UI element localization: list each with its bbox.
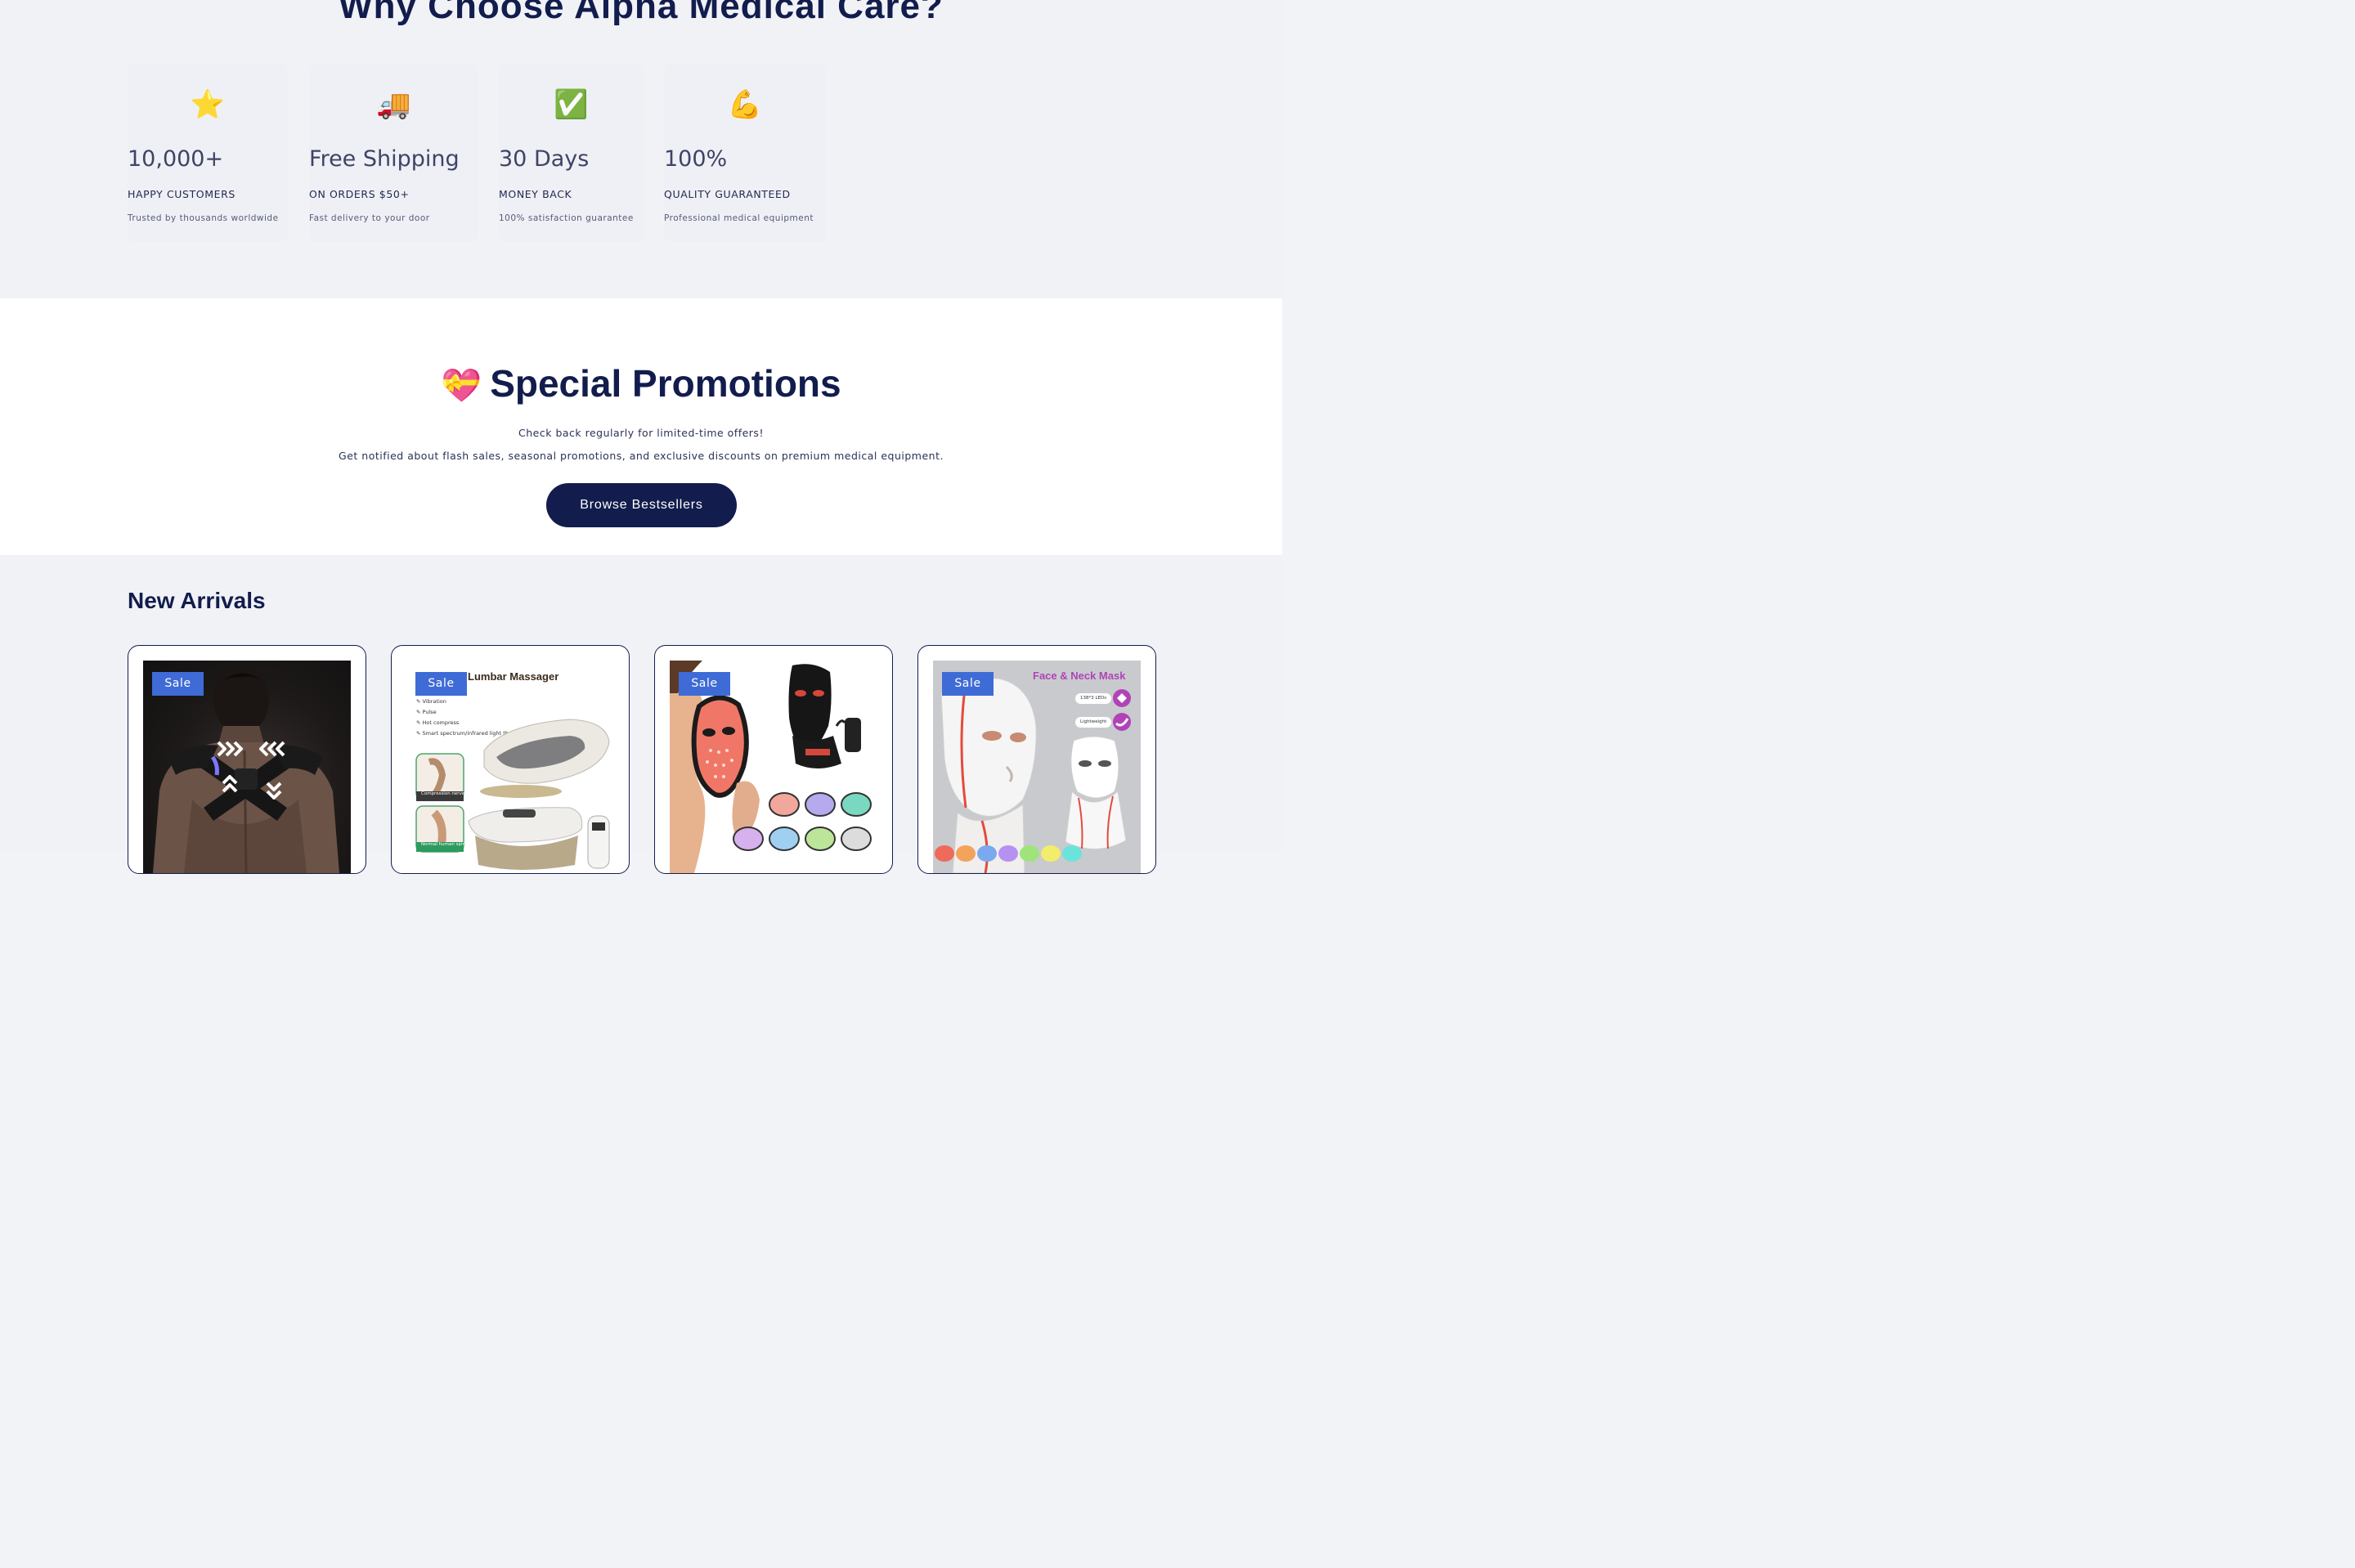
sale-badge: Sale [152, 672, 204, 696]
stat-label: QUALITY GUARANTEED [664, 188, 791, 200]
promotions-description: Get notified about flash sales, seasonal… [339, 450, 944, 462]
new-arrivals-section: New Arrivals Sale Lumbar Massager ✎ Vibr… [0, 555, 1282, 874]
stat-description: Professional medical equipment [664, 213, 814, 223]
product-card[interactable]: Sale [654, 645, 893, 874]
thumbnail-caption: Compression nerve [421, 791, 465, 796]
product-card[interactable]: Sale [128, 645, 366, 874]
gift-heart-icon: 💝 [441, 367, 482, 405]
stat-description: Trusted by thousands worldwide [128, 213, 279, 223]
stat-value: 100% [664, 146, 728, 172]
flexed-biceps-icon: 💪 [727, 88, 763, 121]
star-icon: ⭐ [190, 88, 226, 121]
feature-tag: Lightweight [1075, 717, 1112, 728]
promotions-title-text: Special Promotions [490, 362, 841, 405]
stat-label: ON ORDERS $50+ [309, 188, 410, 200]
product-card[interactable]: Face & Neck Mask 138*3 LEDs Lightweight … [917, 645, 1156, 874]
why-choose-section: Why Choose Alpha Medical Care? ⭐ 10,000+… [0, 0, 1282, 298]
stat-label: HAPPY CUSTOMERS [128, 188, 236, 200]
sale-badge: Sale [415, 672, 467, 696]
new-arrivals-title: New Arrivals [128, 588, 266, 613]
check-mark-icon: ✅ [554, 88, 589, 121]
stat-value: 10,000+ [128, 146, 224, 172]
delivery-truck-icon: 🚚 [376, 88, 411, 121]
stat-description: Fast delivery to your door [309, 213, 430, 223]
promotions-title: 💝 Special Promotions [0, 361, 1282, 409]
stat-label: MONEY BACK [499, 188, 572, 200]
stat-value: 30 Days [499, 146, 590, 172]
thumbnail-caption: Normal human spine [421, 842, 469, 847]
product-card[interactable]: Lumbar Massager ✎ Vibration ✎ Pulse ✎ Ho… [391, 645, 630, 874]
stat-description: 100% satisfaction guarantee [499, 213, 634, 223]
stat-value: Free Shipping [309, 146, 460, 172]
sale-badge: Sale [942, 672, 994, 696]
feature-tag: 138*3 LEDs [1075, 693, 1112, 704]
browse-bestsellers-button[interactable]: Browse Bestsellers [546, 483, 737, 527]
promotions-section: 💝 Special Promotions Check back regularly… [0, 298, 1282, 555]
product-image-title: Face & Neck Mask [1033, 670, 1126, 682]
promotions-subtitle: Check back regularly for limited-time of… [518, 427, 764, 439]
sale-badge: Sale [679, 672, 730, 696]
